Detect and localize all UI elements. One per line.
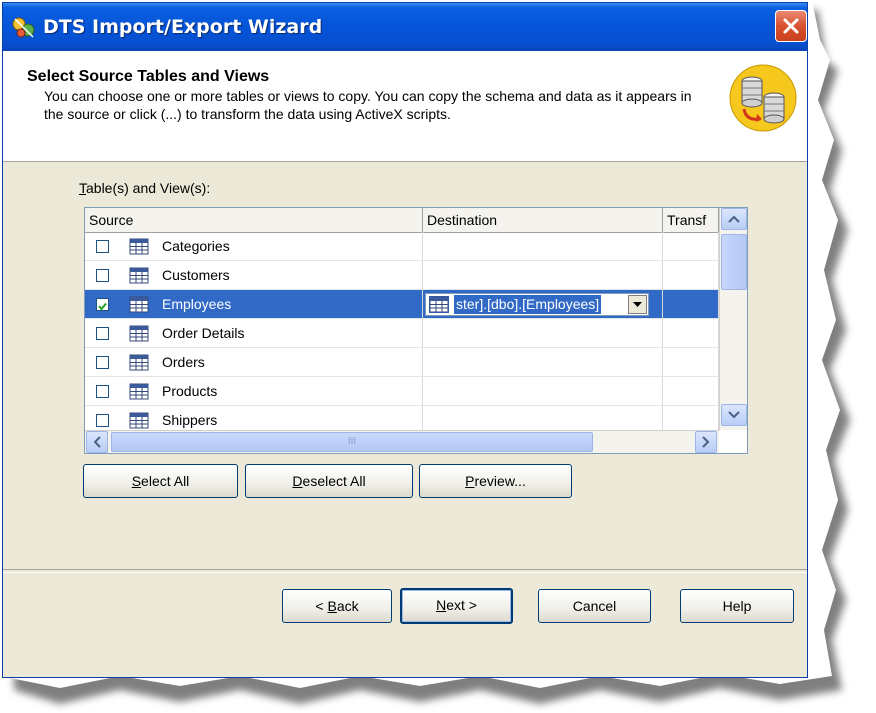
destination-value: ster].[dbo].[Employees]: [454, 295, 602, 314]
next-button[interactable]: Next >: [400, 588, 513, 624]
row-checkbox[interactable]: [96, 298, 109, 311]
row-checkbox[interactable]: [96, 240, 109, 253]
dts-wizard-icon: [12, 17, 35, 38]
table-icon: [129, 267, 149, 284]
row-checkbox[interactable]: [96, 414, 109, 427]
transform-cell[interactable]: [663, 261, 719, 290]
table-row[interactable]: Customers: [85, 261, 719, 290]
table-name: Order Details: [162, 325, 245, 341]
chevron-left-icon: [93, 436, 101, 448]
window-title: DTS Import/Export Wizard: [43, 16, 323, 38]
destination-cell[interactable]: [423, 261, 663, 290]
scroll-left-button[interactable]: [86, 431, 108, 453]
table-name: Customers: [162, 267, 230, 283]
checkmark-icon: [98, 302, 107, 311]
table-row[interactable]: Order Details: [85, 319, 719, 348]
chevron-down-icon: [728, 411, 740, 419]
column-transform[interactable]: Transf: [663, 208, 719, 232]
destination-cell[interactable]: [423, 319, 663, 348]
transform-cell[interactable]: [663, 348, 719, 377]
source-cell[interactable]: Employees: [85, 290, 423, 319]
destination-cell[interactable]: ster].[dbo].[Employees]: [423, 290, 663, 319]
destination-cell[interactable]: [423, 232, 663, 261]
table-icon: [129, 296, 149, 313]
column-source[interactable]: Source: [85, 208, 423, 232]
chevron-up-icon: [728, 215, 740, 223]
destination-combo[interactable]: ster].[dbo].[Employees]: [425, 293, 649, 316]
row-checkbox[interactable]: [96, 269, 109, 282]
scroll-grip: III: [347, 436, 357, 447]
chevron-right-icon: [702, 436, 710, 448]
source-cell[interactable]: Order Details: [85, 319, 423, 348]
page-title: Select Source Tables and Views: [27, 68, 270, 85]
page-description: You can choose one or more tables or vie…: [44, 88, 692, 122]
table-icon: [129, 383, 149, 400]
select-all-button[interactable]: Select All: [83, 464, 238, 498]
table-row[interactable]: Categories: [85, 232, 719, 261]
grid-header: Source Destination Transf: [85, 208, 719, 233]
dropdown-button[interactable]: [628, 295, 647, 314]
scroll-down-button[interactable]: [721, 404, 747, 426]
back-button[interactable]: < Back: [282, 589, 392, 623]
footer-separator: [3, 569, 807, 573]
table-icon: [129, 412, 149, 429]
table-icon: [429, 296, 449, 313]
deselect-all-button[interactable]: Deselect All: [245, 464, 413, 498]
source-cell[interactable]: Customers: [85, 261, 423, 290]
source-cell[interactable]: Categories: [85, 232, 423, 261]
table-row[interactable]: Products: [85, 377, 719, 406]
row-checkbox[interactable]: [96, 356, 109, 369]
title-bar[interactable]: DTS Import/Export Wizard: [3, 3, 807, 51]
source-cell[interactable]: Orders: [85, 348, 423, 377]
table-name: Shippers: [162, 412, 218, 428]
header-panel: Select Source Tables and Views You can c…: [3, 51, 807, 162]
table-icon: [129, 325, 149, 342]
destination-cell[interactable]: [423, 377, 663, 406]
row-checkbox[interactable]: [96, 385, 109, 398]
table-row[interactable]: Orders: [85, 348, 719, 377]
horizontal-scroll-thumb[interactable]: III: [111, 432, 593, 452]
table-name: Categories: [162, 238, 230, 254]
transform-cell[interactable]: [663, 290, 719, 319]
cancel-button[interactable]: Cancel: [538, 589, 651, 623]
horizontal-scrollbar[interactable]: III: [85, 430, 719, 453]
table-row[interactable]: Employees ster].[dbo].[Employees]: [85, 290, 719, 319]
close-button[interactable]: [775, 10, 807, 42]
destination-cell[interactable]: [423, 348, 663, 377]
row-checkbox[interactable]: [96, 327, 109, 340]
scroll-up-button[interactable]: [721, 208, 747, 230]
database-transfer-icon: [729, 64, 797, 132]
table-name: Products: [162, 383, 218, 399]
vertical-scroll-thumb[interactable]: [721, 234, 747, 290]
tables-grid[interactable]: Source Destination Transf Categories Cust…: [84, 207, 748, 454]
preview-button[interactable]: Preview...: [419, 464, 572, 498]
transform-cell[interactable]: [663, 232, 719, 261]
close-icon: [783, 18, 799, 34]
table-name: Orders: [162, 354, 205, 370]
table-name: Employees: [162, 296, 232, 312]
chevron-down-icon: [633, 301, 642, 307]
vertical-scrollbar[interactable]: [719, 208, 747, 430]
help-button[interactable]: Help: [680, 589, 794, 623]
scroll-right-button[interactable]: [695, 431, 717, 453]
transform-cell[interactable]: [663, 377, 719, 406]
tables-views-label: Table(s) and View(s):: [79, 180, 211, 196]
table-icon: [129, 354, 149, 371]
column-destination[interactable]: Destination: [423, 208, 663, 232]
transform-cell[interactable]: [663, 319, 719, 348]
source-cell[interactable]: Products: [85, 377, 423, 406]
table-icon: [129, 238, 149, 255]
wizard-window: DTS Import/Export Wizard Select Source T…: [2, 2, 808, 678]
